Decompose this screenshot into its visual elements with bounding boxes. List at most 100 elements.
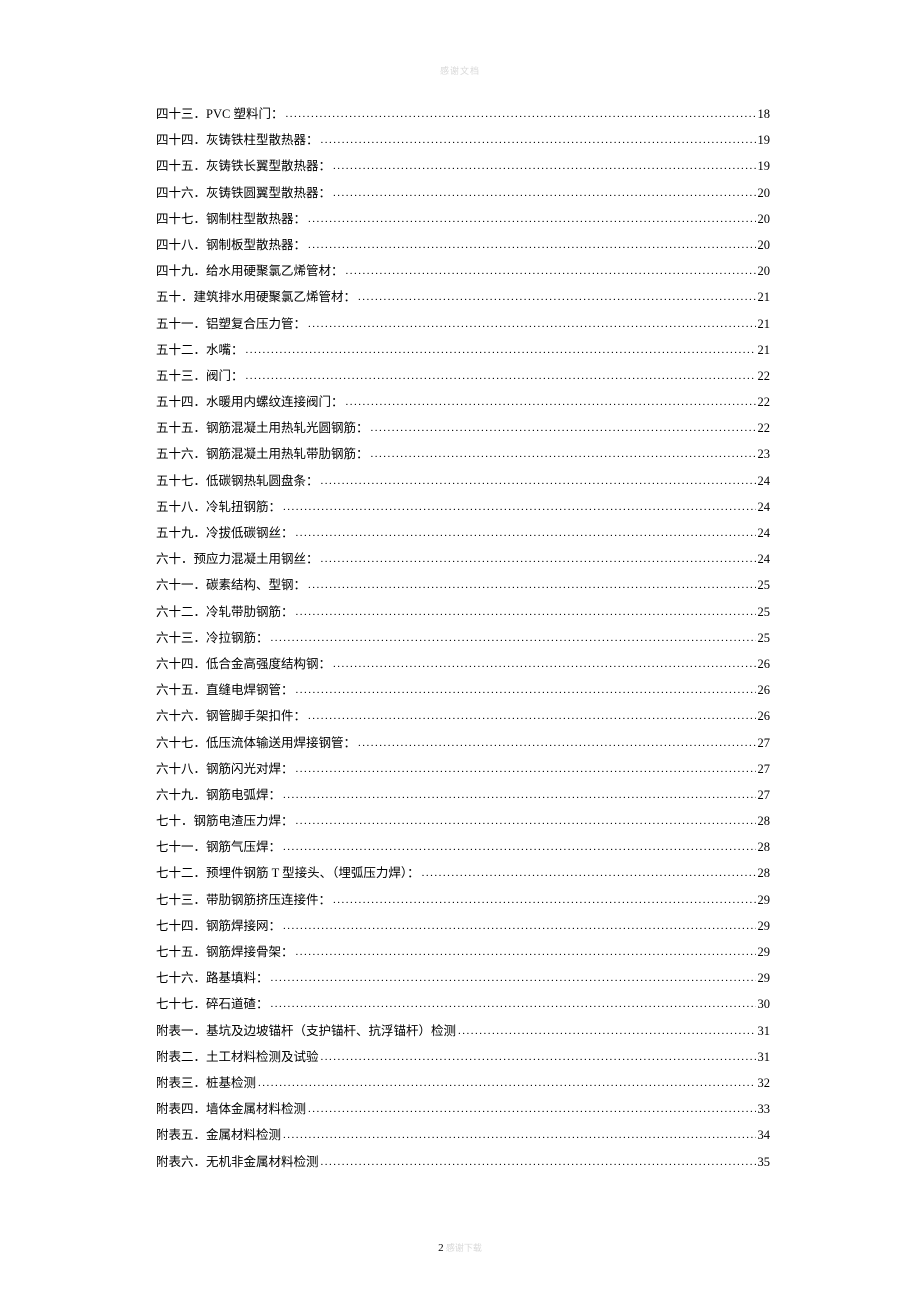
toc-leader-dots: ........................................… — [246, 345, 756, 356]
toc-entry: 附表二．土工材料检测及试验 ..........................… — [156, 1051, 770, 1064]
toc-entry-label: 五十．建筑排水用硬聚氯乙烯管材： — [156, 291, 356, 304]
toc-entry-page: 20 — [758, 265, 771, 278]
toc-entry-page: 21 — [758, 291, 771, 304]
footer-suffix: 感谢下载 — [444, 1243, 482, 1253]
toc-entry: 六十六．钢管脚手架扣件： ...........................… — [156, 710, 770, 723]
toc-leader-dots: ........................................… — [308, 319, 755, 330]
toc-entry-page: 22 — [758, 370, 771, 383]
toc-leader-dots: ........................................… — [296, 816, 756, 827]
toc-entry-label: 七十一．钢筋气压焊： — [156, 841, 281, 854]
toc-entry-label: 六十四．低合金高强度结构钢： — [156, 658, 331, 671]
toc-entry-label: 五十六．钢筋混凝土用热轧带肋钢筋： — [156, 448, 369, 461]
toc-entry-label: 五十四．水暖用内螺纹连接阀门： — [156, 396, 344, 409]
toc-entry: 五十九．冷拔低碳钢丝： ............................… — [156, 527, 770, 540]
toc-entry: 七十六．路基填料： ..............................… — [156, 972, 770, 985]
toc-leader-dots: ........................................… — [271, 633, 756, 644]
toc-entry: 六十．预应力混凝土用钢丝： ..........................… — [156, 553, 770, 566]
toc-entry: 附表四．墙体金属材料检测 ...........................… — [156, 1103, 770, 1116]
toc-entry-page: 32 — [758, 1077, 771, 1090]
toc-entry-label: 六十五．直缝电焊钢管： — [156, 684, 294, 697]
toc-entry-page: 25 — [758, 632, 771, 645]
toc-entry: 六十九．钢筋电弧焊： .............................… — [156, 789, 770, 802]
toc-entry-page: 26 — [758, 710, 771, 723]
toc-entry: 七十五．钢筋焊接骨架： ............................… — [156, 946, 770, 959]
toc-entry-page: 29 — [758, 920, 771, 933]
toc-entry-page: 28 — [758, 867, 771, 880]
toc-entry-page: 26 — [758, 658, 771, 671]
page-footer: 2 感谢下载 — [438, 1241, 482, 1254]
toc-entry-page: 24 — [758, 475, 771, 488]
toc-entry: 六十五．直缝电焊钢管： ............................… — [156, 684, 770, 697]
toc-entry-page: 22 — [758, 396, 771, 409]
toc-leader-dots: ........................................… — [321, 1052, 756, 1063]
toc-entry-label: 六十一．碳素结构、型钢： — [156, 579, 306, 592]
toc-leader-dots: ........................................… — [271, 999, 756, 1010]
toc-entry: 七十一．钢筋气压焊： .............................… — [156, 841, 770, 854]
toc-leader-dots: ........................................… — [333, 659, 755, 670]
toc-entry: 六十二．冷轧带肋钢筋： ............................… — [156, 606, 770, 619]
toc-leader-dots: ........................................… — [283, 842, 755, 853]
toc-entry-label: 附表三．桩基检测 — [156, 1077, 256, 1090]
toc-entry-label: 附表一．基坑及边坡锚杆（支护锚杆、抗浮锚杆）检测 — [156, 1025, 456, 1038]
toc-leader-dots: ........................................… — [308, 580, 755, 591]
toc-entry-page: 35 — [758, 1156, 771, 1169]
toc-entry: 四十五．灰铸铁长翼型散热器： .........................… — [156, 160, 770, 173]
toc-entry: 六十四．低合金高强度结构钢： .........................… — [156, 658, 770, 671]
toc-leader-dots: ........................................… — [371, 449, 756, 460]
toc-leader-dots: ........................................… — [308, 711, 755, 722]
toc-leader-dots: ........................................… — [458, 1026, 755, 1037]
toc-entry: 六十七．低压流体输送用焊接钢管： .......................… — [156, 737, 770, 750]
toc-entry-page: 27 — [758, 737, 771, 750]
toc-entry-page: 27 — [758, 763, 771, 776]
toc-entry-label: 五十一．铝塑复合压力管： — [156, 318, 306, 331]
toc-entry: 四十四．灰铸铁柱型散热器： ..........................… — [156, 134, 770, 147]
toc-leader-dots: ........................................… — [321, 1157, 756, 1168]
toc-entry: 四十七．钢制柱型散热器： ...........................… — [156, 213, 770, 226]
toc-entry-label: 七十二．预埋件钢筋 T 型接头、（埋弧压力焊）： — [156, 867, 420, 880]
toc-leader-dots: ........................................… — [296, 528, 756, 539]
table-of-contents: 四十三．PVC 塑料门： ...........................… — [156, 108, 770, 1182]
toc-entry-label: 七十五．钢筋焊接骨架： — [156, 946, 294, 959]
toc-leader-dots: ........................................… — [358, 738, 755, 749]
toc-leader-dots: ........................................… — [358, 292, 755, 303]
toc-leader-dots: ........................................… — [296, 764, 756, 775]
toc-entry-label: 四十九．给水用硬聚氯乙烯管材： — [156, 265, 344, 278]
toc-entry-page: 31 — [758, 1051, 771, 1064]
toc-entry-page: 18 — [758, 108, 771, 121]
toc-entry-label: 六十八．钢筋闪光对焊： — [156, 763, 294, 776]
toc-entry: 四十六．灰铸铁圆翼型散热器： .........................… — [156, 187, 770, 200]
toc-entry: 五十四．水暖用内螺纹连接阀门： ........................… — [156, 396, 770, 409]
toc-leader-dots: ........................................… — [333, 188, 755, 199]
toc-entry: 七十七．碎石道碴： ..............................… — [156, 998, 770, 1011]
toc-leader-dots: ........................................… — [308, 214, 755, 225]
toc-entry-page: 30 — [758, 998, 771, 1011]
toc-entry: 四十三．PVC 塑料门： ...........................… — [156, 108, 770, 121]
toc-entry-label: 七十六．路基填料： — [156, 972, 269, 985]
toc-entry: 五十二．水嘴： ................................… — [156, 344, 770, 357]
toc-entry-page: 26 — [758, 684, 771, 697]
toc-entry-page: 22 — [758, 422, 771, 435]
toc-entry-page: 24 — [758, 527, 771, 540]
toc-entry: 六十一．碳素结构、型钢： ...........................… — [156, 579, 770, 592]
toc-entry-page: 27 — [758, 789, 771, 802]
toc-leader-dots: ........................................… — [346, 266, 756, 277]
toc-entry-label: 四十五．灰铸铁长翼型散热器： — [156, 160, 331, 173]
toc-entry-page: 28 — [758, 841, 771, 854]
toc-entry-label: 附表五．金属材料检测 — [156, 1129, 281, 1142]
toc-entry: 五十六．钢筋混凝土用热轧带肋钢筋： ......................… — [156, 448, 770, 461]
toc-leader-dots: ........................................… — [271, 973, 756, 984]
toc-entry-page: 21 — [758, 318, 771, 331]
toc-leader-dots: ........................................… — [333, 895, 755, 906]
toc-entry-label: 六十二．冷轧带肋钢筋： — [156, 606, 294, 619]
toc-leader-dots: ........................................… — [258, 1078, 755, 1089]
toc-entry-label: 四十七．钢制柱型散热器： — [156, 213, 306, 226]
toc-entry-label: 五十三．阀门： — [156, 370, 244, 383]
toc-entry-label: 七十七．碎石道碴： — [156, 998, 269, 1011]
toc-leader-dots: ........................................… — [308, 240, 755, 251]
toc-leader-dots: ........................................… — [321, 476, 756, 487]
toc-entry-label: 五十九．冷拔低碳钢丝： — [156, 527, 294, 540]
toc-leader-dots: ........................................… — [346, 397, 756, 408]
toc-entry-page: 24 — [758, 553, 771, 566]
toc-entry-label: 附表六．无机非金属材料检测 — [156, 1156, 319, 1169]
toc-leader-dots: ........................................… — [283, 790, 755, 801]
